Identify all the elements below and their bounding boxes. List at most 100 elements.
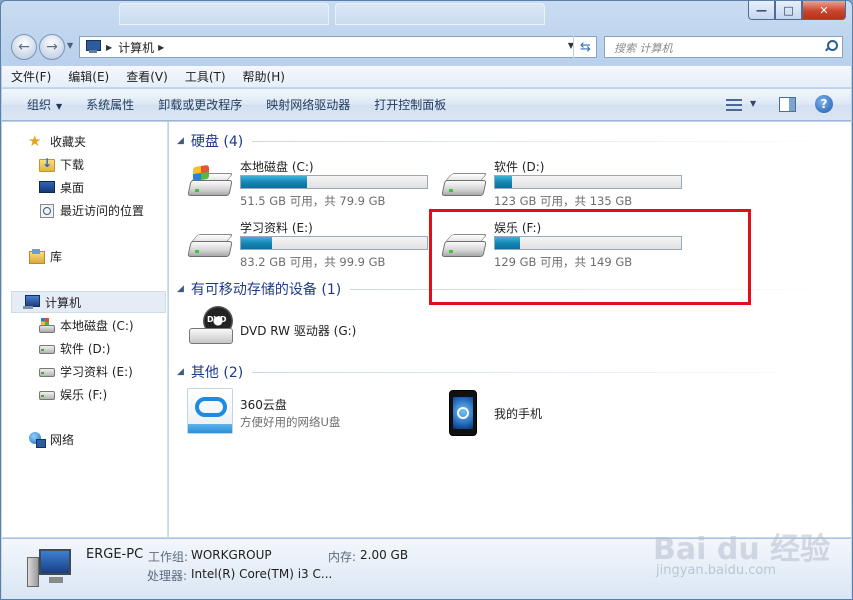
background-tab xyxy=(335,3,545,25)
back-button[interactable]: ← xyxy=(11,34,37,60)
nav-drive-f[interactable]: 娱乐 (F:) xyxy=(38,383,107,405)
nav-label: 学习资料 (E:) xyxy=(60,364,133,379)
dvd-drive-icon: DVD xyxy=(189,306,233,350)
group-header-hard-drives[interactable]: ◢ 硬盘 (4) xyxy=(177,131,839,151)
computer-name: ERGE-PC xyxy=(86,547,144,562)
back-arrow-icon: ← xyxy=(18,39,30,55)
group-title: 有可移动存储的设备 (1) xyxy=(190,282,342,298)
cloud-drive-tile[interactable]: 360云盘 方便好用的网络U盘 xyxy=(187,388,437,440)
drive-tile-c[interactable]: 本地磁盘 (C:) 51.5 GB 可用，共 79.9 GB xyxy=(187,156,437,208)
collapse-triangle-icon: ◢ xyxy=(177,136,184,146)
system-properties-button[interactable]: 系统属性 xyxy=(72,96,144,113)
nav-favorites[interactable]: ★ 收藏夹 xyxy=(28,130,86,152)
computer-icon xyxy=(27,547,73,591)
drive-usage-bar xyxy=(240,236,428,250)
processor-label: 处理器: xyxy=(147,569,188,583)
group-title: 硬盘 (4) xyxy=(190,134,244,150)
drive-name: 学习资料 (E:) xyxy=(240,221,313,235)
nav-label: 桌面 xyxy=(60,180,85,195)
nav-drive-e[interactable]: 学习资料 (E:) xyxy=(38,360,133,382)
computer-icon xyxy=(23,294,40,310)
nav-recent-places[interactable]: 最近访问的位置 xyxy=(38,199,144,221)
drive-name: 本地磁盘 (C:) xyxy=(240,160,314,174)
forward-button[interactable]: → xyxy=(39,34,65,60)
nav-network[interactable]: 网络 xyxy=(28,428,74,450)
address-bar[interactable]: ▶ 计算机 ▶ ▼ xyxy=(79,36,597,58)
command-bar: 组织 ▼ 系统属性 卸载或更改程序 映射网络驱动器 打开控制面板 ▼ ? xyxy=(2,89,851,121)
hard-drive-icon xyxy=(38,363,55,379)
search-icon[interactable] xyxy=(824,40,838,52)
group-header-other[interactable]: ◢ 其他 (2) xyxy=(177,362,839,382)
preview-pane-icon[interactable] xyxy=(779,97,796,112)
content-pane: ◢ 硬盘 (4) 本地磁盘 (C:) 51.5 GB 可用，共 79.9 GB … xyxy=(169,122,851,537)
device-description: 方便好用的网络U盘 xyxy=(240,415,341,429)
group-divider xyxy=(252,371,839,373)
maximize-button[interactable]: □ xyxy=(775,1,802,20)
map-network-drive-button[interactable]: 映射网络驱动器 xyxy=(252,96,360,113)
close-button[interactable]: ✕ xyxy=(802,1,846,20)
cloud-drive-icon xyxy=(187,388,233,434)
menu-file[interactable]: 文件(F) xyxy=(2,68,59,85)
nav-drive-c[interactable]: 本地磁盘 (C:) xyxy=(38,314,134,336)
window-controls: — □ ✕ xyxy=(748,1,846,20)
hard-drive-icon xyxy=(441,172,488,202)
search-input[interactable]: 搜索 计算机 xyxy=(604,36,843,58)
nav-libraries[interactable]: 库 xyxy=(28,245,62,267)
device-name: 我的手机 xyxy=(494,407,543,421)
star-icon: ★ xyxy=(28,132,42,150)
background-tab xyxy=(119,3,329,25)
refresh-icon: ⇆ xyxy=(580,39,591,55)
breadcrumb-separator-icon[interactable]: ▶ xyxy=(158,43,164,52)
desktop-icon xyxy=(38,179,55,195)
system-drive-icon xyxy=(187,164,234,202)
hard-drive-icon xyxy=(187,233,234,263)
computer-icon xyxy=(84,40,102,54)
collapse-triangle-icon: ◢ xyxy=(177,284,184,294)
phone-tile[interactable]: 我的手机 xyxy=(441,388,691,440)
nav-label: 娱乐 (F:) xyxy=(60,387,108,402)
refresh-button[interactable]: ⇆ xyxy=(573,36,597,58)
menu-view[interactable]: 查看(V) xyxy=(117,68,176,85)
view-options-dropdown[interactable]: ▼ xyxy=(750,99,756,108)
organize-button[interactable]: 组织 ▼ xyxy=(2,96,72,113)
hard-drive-icon xyxy=(38,340,55,356)
help-icon[interactable]: ? xyxy=(815,95,833,113)
network-icon xyxy=(28,431,46,448)
drive-usage-fill xyxy=(241,237,273,249)
organize-label: 组织 xyxy=(27,98,52,112)
nav-computer[interactable]: 计算机 xyxy=(11,291,166,313)
menu-edit[interactable]: 编辑(E) xyxy=(59,68,117,85)
dvd-drive-tile[interactable]: DVD DVD RW 驱动器 (G:) xyxy=(187,306,437,358)
nav-label: 下载 xyxy=(60,157,85,172)
memory-value: 2.00 GB xyxy=(360,548,409,562)
phone-icon xyxy=(449,390,477,436)
menu-bar: 文件(F) 编辑(E) 查看(V) 工具(T) 帮助(H) xyxy=(2,66,851,88)
forward-arrow-icon: → xyxy=(46,39,58,55)
change-view-icon[interactable] xyxy=(726,98,742,112)
nav-desktop[interactable]: 桌面 xyxy=(38,176,84,198)
open-control-panel-button[interactable]: 打开控制面板 xyxy=(360,96,456,113)
navigation-pane: ★ 收藏夹 下载 桌面 最近访问的位置 库 计算机 本地磁盘 (C:) xyxy=(2,122,168,537)
drive-tile-e[interactable]: 学习资料 (E:) 83.2 GB 可用，共 99.9 GB xyxy=(187,217,437,269)
explorer-window: — □ ✕ ← → ▼ ▶ 计算机 ▶ ▼ ⇆ 搜索 计算机 文件(F) 编辑(… xyxy=(0,0,853,600)
search-placeholder: 搜索 计算机 xyxy=(614,42,673,55)
drive-space-info: 123 GB 可用，共 135 GB xyxy=(494,194,633,208)
nav-label: 计算机 xyxy=(45,295,82,310)
nav-drive-d[interactable]: 软件 (D:) xyxy=(38,337,110,359)
library-icon xyxy=(28,248,45,264)
drive-tile-d[interactable]: 软件 (D:) 123 GB 可用，共 135 GB xyxy=(441,156,691,208)
memory-label: 内存: xyxy=(328,550,357,564)
baidu-watermark-url: jingyan.baidu.com xyxy=(656,563,776,578)
device-name: DVD RW 驱动器 (G:) xyxy=(240,324,357,338)
group-divider xyxy=(252,140,839,142)
uninstall-program-button[interactable]: 卸载或更改程序 xyxy=(144,96,252,113)
breadcrumb-computer[interactable]: 计算机 xyxy=(118,39,154,56)
minimize-button[interactable]: — xyxy=(748,1,775,20)
menu-tools[interactable]: 工具(T) xyxy=(176,68,234,85)
menu-help[interactable]: 帮助(H) xyxy=(234,68,293,85)
recent-pages-dropdown[interactable]: ▼ xyxy=(67,41,73,50)
nav-downloads[interactable]: 下载 xyxy=(38,153,84,175)
drive-usage-fill xyxy=(495,176,512,188)
breadcrumb-separator-icon[interactable]: ▶ xyxy=(106,43,112,52)
hard-drive-icon xyxy=(38,386,55,402)
